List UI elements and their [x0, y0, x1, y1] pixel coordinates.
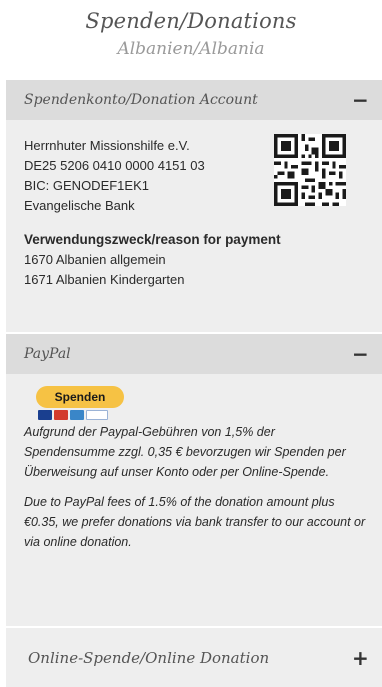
paypal-note-en: Due to PayPal fees of 1.5% of the donati… [24, 495, 366, 549]
card-icon [86, 410, 108, 420]
bank-section-header[interactable]: Spendenkonto/Donation Account − [6, 80, 382, 120]
visa-card-icon [38, 410, 52, 420]
paypal-section-title: PayPal [24, 346, 71, 362]
amex-card-icon [70, 410, 84, 420]
page-subtitle: Albanien/Albania [117, 39, 265, 59]
paypal-section-header[interactable]: PayPal − [6, 334, 382, 374]
reason-item: 1670 Albanien allgemein [24, 252, 166, 267]
collapse-icon[interactable]: − [352, 90, 369, 110]
payment-reason-heading: Verwendungszweck/reason for payment [24, 232, 281, 247]
mastercard-icon [54, 410, 68, 420]
paypal-donate-button[interactable]: Spenden [36, 386, 124, 408]
page-title: Spenden/Donations [85, 9, 297, 33]
online-donation-header[interactable]: Online-Spende/Online Donation + [6, 628, 382, 687]
collapse-icon[interactable]: − [352, 344, 369, 364]
payment-reasons: 1670 Albanien allgemein 1671 Albanien Ki… [24, 250, 368, 290]
paypal-note-de: Aufgrund der Paypal-Gebühren von 1,5% de… [24, 425, 346, 479]
bank-section-body: Herrnhuter Missionshilfe e.V. DE25 5206 … [6, 120, 382, 332]
reason-item: 1671 Albanien Kindergarten [24, 272, 185, 287]
expand-icon[interactable]: + [352, 648, 369, 668]
paypal-section-body: Spenden Aufgrund der Paypal-Gebühren von… [6, 374, 382, 626]
payment-cards [38, 410, 368, 420]
donation-accordion: Spendenkonto/Donation Account − Herrnhut… [6, 80, 382, 687]
bank-section-title: Spendenkonto/Donation Account [24, 92, 258, 108]
qr-code-icon [274, 134, 346, 206]
online-donation-title: Online-Spende/Online Donation [28, 649, 270, 667]
page-header: Spenden/Donations Albanien/Albania [0, 0, 382, 61]
